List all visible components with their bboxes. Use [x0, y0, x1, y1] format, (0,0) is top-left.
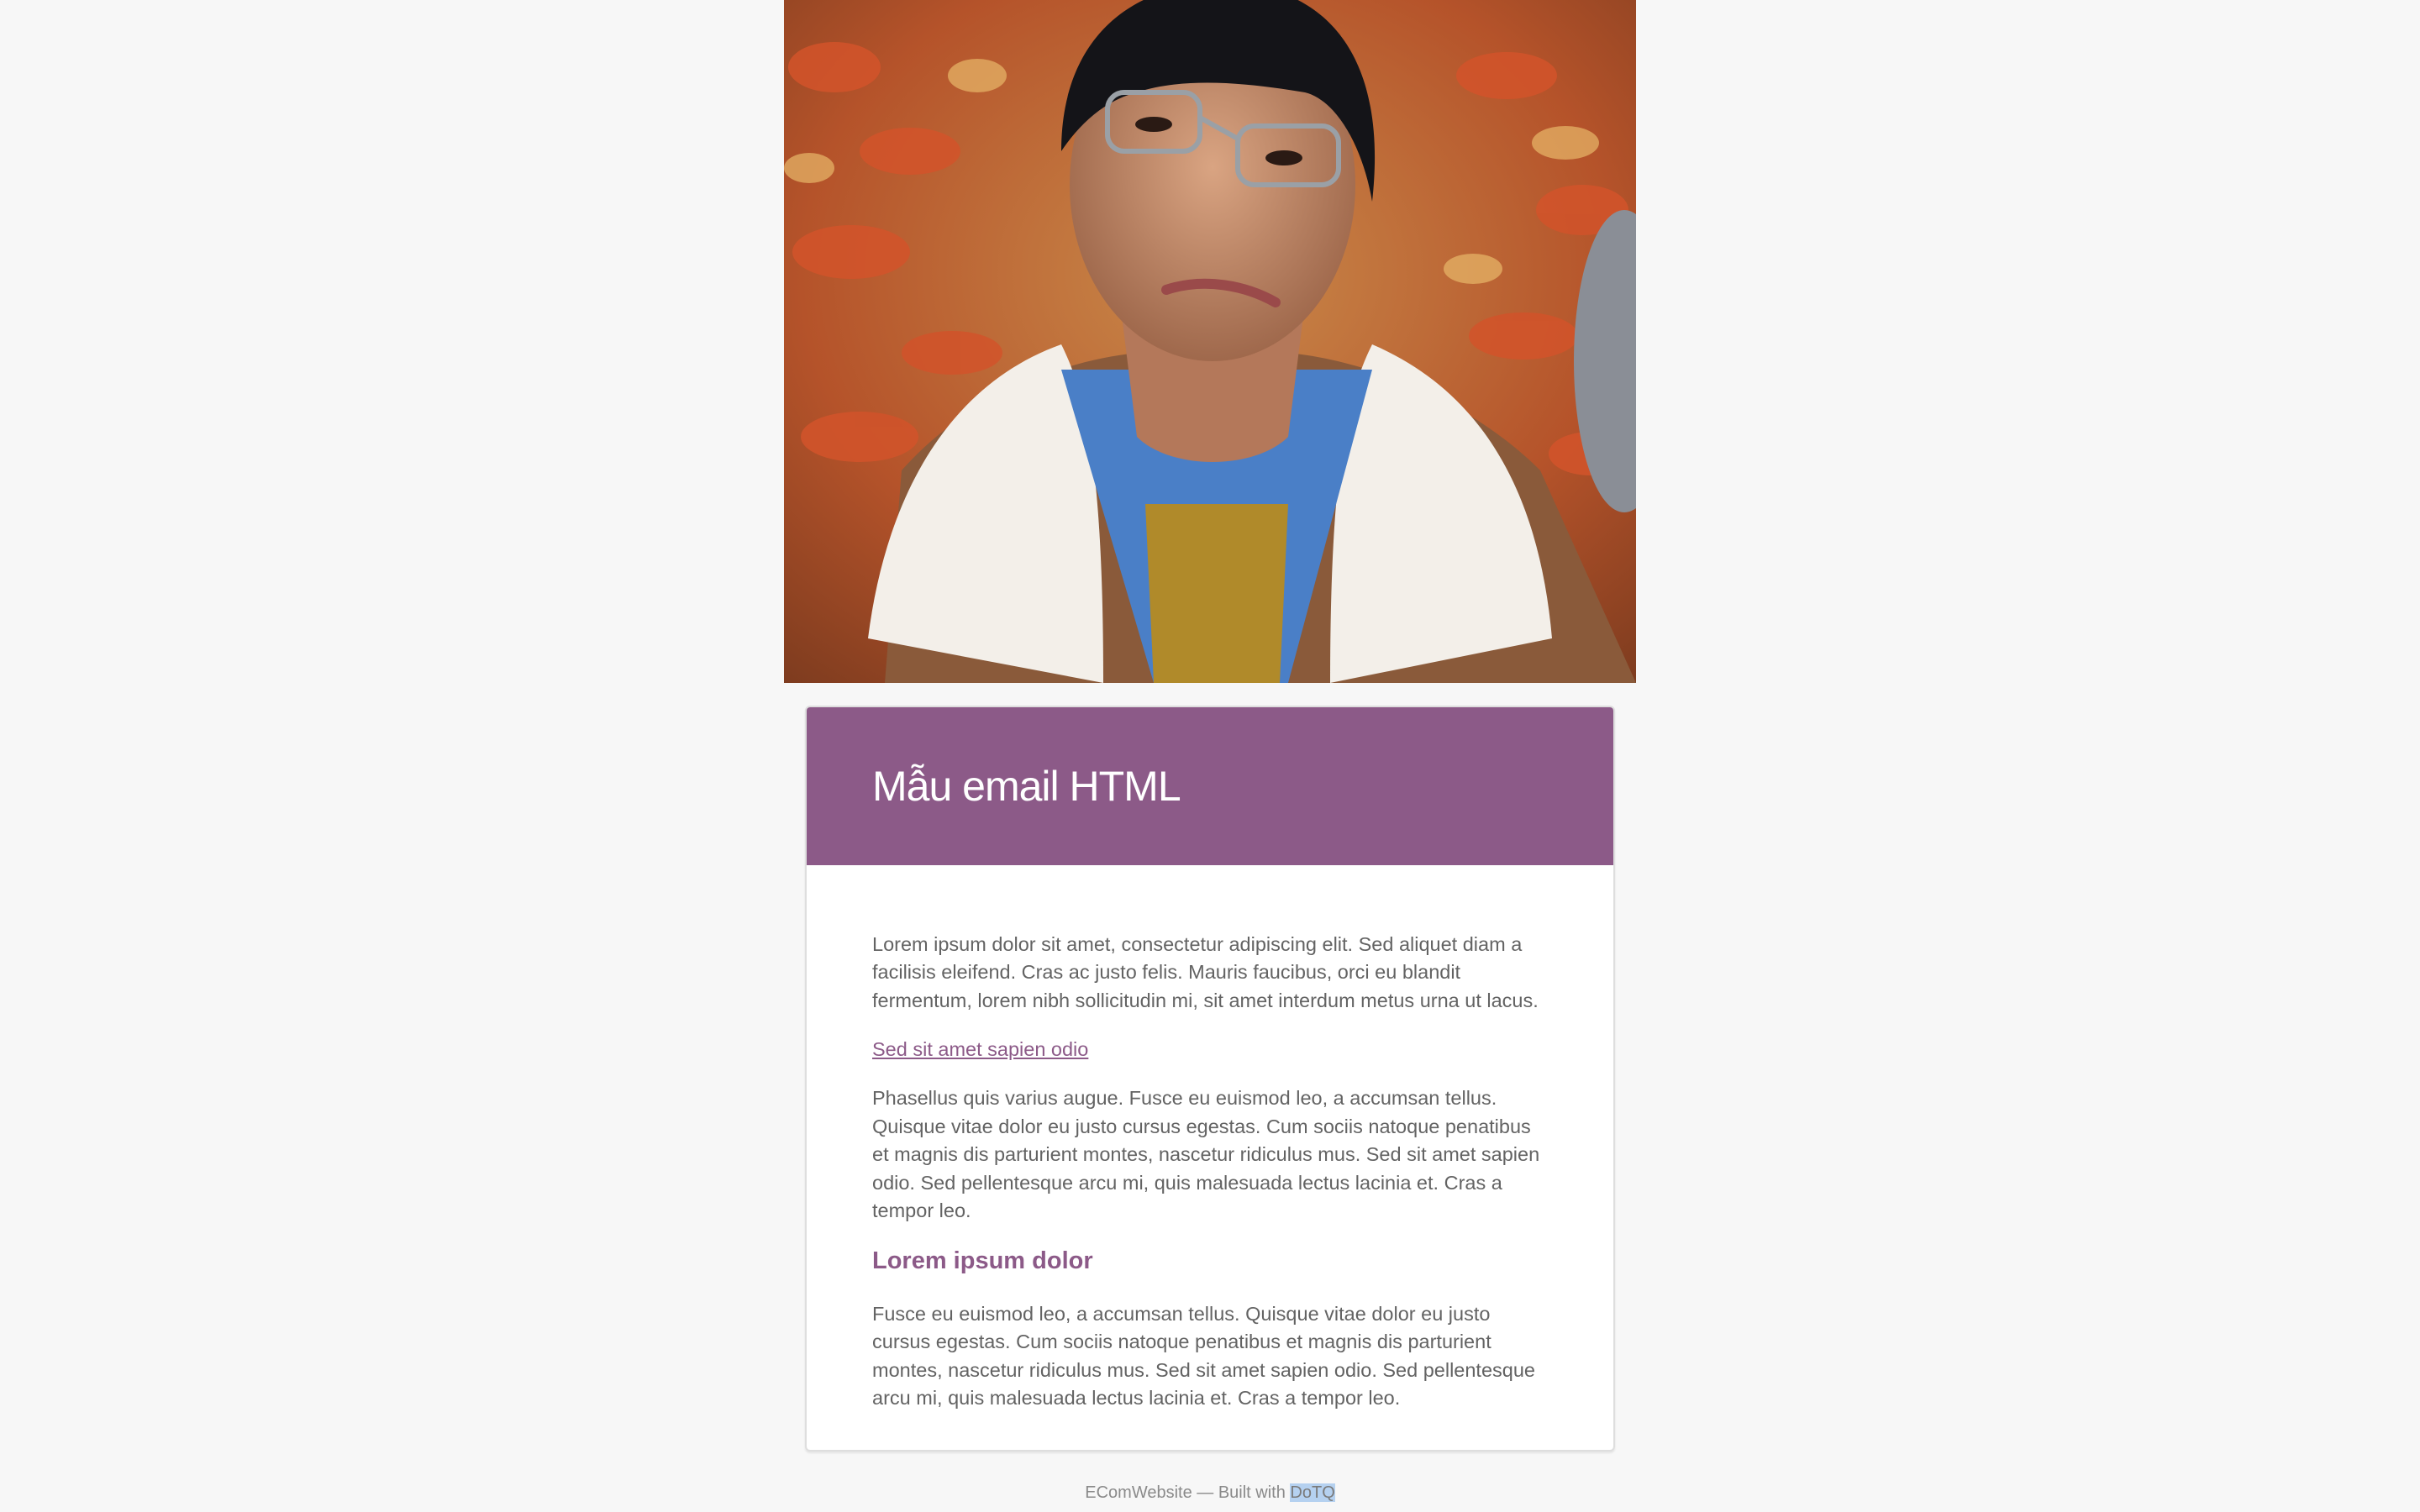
body-paragraph-3: Fusce eu euismod leo, a accumsan tellus.… [872, 1302, 1535, 1409]
email-footer: EComWebsite — Built with DoTQ [0, 1483, 2420, 1503]
email-card: Mẫu email HTML Lorem ipsum dolor sit ame… [805, 706, 1615, 1452]
body-link[interactable]: Sed sit amet sapien odio [872, 1038, 1088, 1060]
footer-link[interactable]: DoTQ [1290, 1483, 1335, 1502]
header-photo [784, 0, 1636, 683]
portrait-photo-image [784, 0, 1636, 683]
email-body: Lorem ipsum dolor sit amet, consectetur … [807, 865, 1613, 1450]
body-link-paragraph: Sed sit amet sapien odio [872, 1036, 1548, 1063]
email-header: Mẫu email HTML [807, 707, 1613, 865]
email-title: Mẫu email HTML [872, 763, 1181, 810]
body-paragraph-1: Lorem ipsum dolor sit amet, consectetur … [872, 933, 1539, 1011]
footer-text: EComWebsite — Built with [1085, 1483, 1291, 1502]
email-preview-page: Mẫu email HTML Lorem ipsum dolor sit ame… [0, 0, 2420, 1512]
body-paragraph-2: Phasellus quis varius augue. Fusce eu eu… [872, 1087, 1540, 1221]
body-heading: Lorem ipsum dolor [872, 1247, 1093, 1275]
